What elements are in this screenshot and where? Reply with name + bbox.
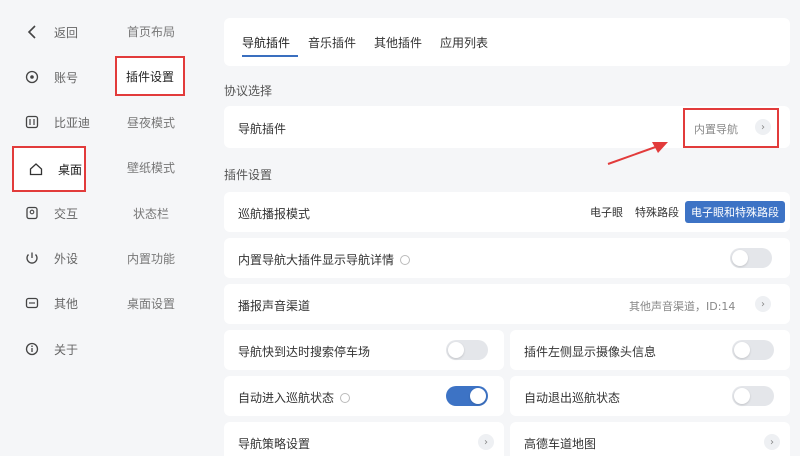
nav-plugin-row-label: 导航插件	[238, 122, 287, 136]
search-parking-row: 导航快到达时搜索停车场	[224, 330, 504, 370]
nav-interact-label: 交互	[54, 206, 79, 221]
value-highlight-box	[683, 108, 779, 148]
main-content: 导航插件 音乐插件 其他插件 应用列表 协议选择 导航插件 内置导航 › 插件设…	[208, 0, 800, 456]
auto-cruise-exit-label: 自动退出巡航状态	[524, 391, 621, 405]
lane-map-label: 高德车道地图	[524, 437, 597, 451]
primary-sidebar: 返回 账号 比亚迪 桌面 交互 外设 其他 关于	[0, 0, 98, 456]
show-detail-label-text: 内置导航大插件显示导航详情	[238, 253, 395, 267]
nav-byd[interactable]: 比亚迪	[10, 104, 90, 140]
nav-peripheral-label: 外设	[54, 251, 79, 266]
auto-cruise-enter-toggle[interactable]	[446, 386, 488, 406]
nav-strategy-label: 导航策略设置	[238, 437, 311, 451]
home-icon	[26, 159, 46, 179]
tab-app-list[interactable]: 应用列表	[440, 34, 488, 51]
tab-underline	[242, 55, 298, 57]
chevron-right-icon: ›	[764, 434, 780, 450]
nav-other[interactable]: 其他	[10, 285, 90, 321]
auto-cruise-enter-label-text: 自动进入巡航状态	[238, 391, 335, 405]
show-detail-toggle[interactable]	[730, 248, 772, 268]
nav-interact[interactable]: 交互	[10, 195, 90, 231]
byd-icon	[22, 112, 42, 132]
auto-cruise-exit-toggle[interactable]	[732, 386, 774, 406]
search-parking-label: 导航快到达时搜索停车场	[238, 345, 371, 359]
nav2-plugin-settings[interactable]: 插件设置	[115, 56, 185, 96]
auto-cruise-enter-label: 自动进入巡航状态	[238, 389, 351, 406]
nav2-builtin[interactable]: 内置功能	[98, 243, 204, 273]
lane-map-row[interactable]: 高德车道地图 ›	[510, 422, 790, 456]
plugin-settings-section-title: 插件设置	[224, 168, 273, 182]
other-icon	[22, 293, 42, 313]
cruise-mode-label: 巡航播报模式	[238, 207, 311, 221]
show-detail-row: 内置导航大插件显示导航详情	[224, 238, 790, 278]
account-icon	[22, 67, 42, 87]
nav-account-label: 账号	[54, 70, 79, 85]
tab-nav-plugin[interactable]: 导航插件	[242, 34, 290, 51]
camera-info-row: 插件左侧显示摄像头信息	[510, 330, 790, 370]
info-icon	[340, 392, 351, 403]
audio-channel-row[interactable]: 播报声音渠道 其他声音渠道，ID:14 ›	[224, 284, 790, 324]
audio-channel-value: 其他声音渠道，ID:14	[629, 300, 736, 313]
nav2-day-night[interactable]: 昼夜模式	[98, 107, 204, 137]
chevron-right-icon: ›	[478, 434, 494, 450]
nav2-wallpaper[interactable]: 壁纸模式	[98, 152, 204, 182]
audio-channel-label: 播报声音渠道	[238, 299, 311, 313]
camera-info-label: 插件左侧显示摄像头信息	[524, 345, 657, 359]
tab-music-plugin[interactable]: 音乐插件	[308, 34, 356, 51]
nav2-home-layout[interactable]: 首页布局	[98, 16, 204, 46]
secondary-sidebar: 首页布局 插件设置 昼夜模式 壁纸模式 状态栏 内置功能 桌面设置	[98, 0, 204, 456]
about-icon	[22, 339, 42, 359]
plugin-tabs: 导航插件 音乐插件 其他插件 应用列表	[224, 18, 790, 66]
nav-back-label: 返回	[54, 25, 79, 40]
nav-back[interactable]: 返回	[10, 14, 90, 50]
nav-about[interactable]: 关于	[10, 331, 90, 367]
peripheral-icon	[22, 248, 42, 268]
tab-other-plugin[interactable]: 其他插件	[374, 34, 422, 51]
nav-peripheral[interactable]: 外设	[10, 240, 90, 276]
camera-info-toggle[interactable]	[732, 340, 774, 360]
nav-desktop-label: 桌面	[58, 162, 83, 177]
chevron-right-icon: ›	[755, 296, 771, 312]
nav-account[interactable]: 账号	[10, 59, 90, 95]
annotation-arrow-icon	[607, 142, 668, 165]
info-icon	[400, 254, 411, 265]
interact-icon	[22, 203, 42, 223]
cruise-mode-segmented: 电子眼 特殊路段 电子眼和特殊路段	[584, 201, 785, 223]
nav-about-label: 关于	[54, 342, 79, 357]
search-parking-toggle[interactable]	[446, 340, 488, 360]
auto-cruise-exit-row: 自动退出巡航状态	[510, 376, 790, 416]
cruise-option-camera[interactable]: 电子眼	[584, 201, 629, 223]
nav-other-label: 其他	[54, 296, 79, 311]
cruise-option-special[interactable]: 特殊路段	[629, 201, 685, 223]
nav-desktop[interactable]: 桌面	[12, 146, 86, 192]
nav-strategy-row[interactable]: 导航策略设置 ›	[224, 422, 504, 456]
protocol-section-title: 协议选择	[224, 84, 273, 98]
nav-byd-label: 比亚迪	[54, 115, 91, 130]
cruise-option-both[interactable]: 电子眼和特殊路段	[685, 201, 785, 223]
back-icon	[22, 22, 42, 42]
nav2-desktop-settings[interactable]: 桌面设置	[98, 288, 204, 318]
cruise-mode-row: 巡航播报模式 电子眼 特殊路段 电子眼和特殊路段	[224, 192, 790, 232]
auto-cruise-enter-row: 自动进入巡航状态	[224, 376, 504, 416]
show-detail-label: 内置导航大插件显示导航详情	[238, 251, 411, 268]
nav2-status-bar[interactable]: 状态栏	[98, 198, 204, 228]
